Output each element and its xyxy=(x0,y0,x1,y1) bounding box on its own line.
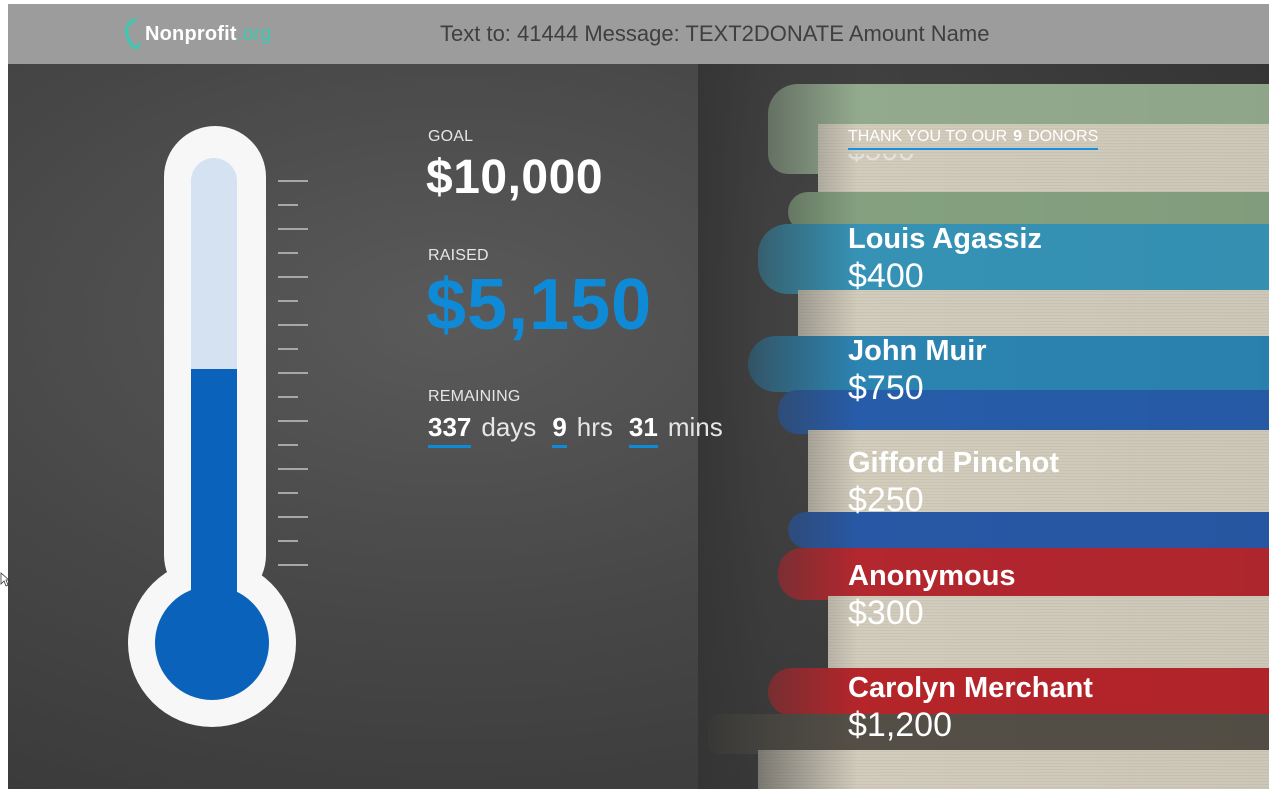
remaining-label: REMAINING xyxy=(428,388,521,405)
goal-thermometer xyxy=(128,126,348,736)
donor-count-heading: THANK YOU TO OUR 9 DONORS xyxy=(848,128,1099,150)
scale-tick xyxy=(278,228,308,230)
remaining-minutes: 31 xyxy=(628,412,658,448)
minutes-unit: mins xyxy=(667,412,723,442)
partial-donor-amount: $500 xyxy=(848,154,915,167)
donor-name: Louis Agassiz xyxy=(848,223,1042,255)
donor-item: John Muir $750 xyxy=(848,334,987,408)
donor-amount: $750 xyxy=(848,369,924,407)
scale-tick xyxy=(278,276,308,278)
donor-name: John Muir xyxy=(848,335,987,367)
thermometer-bulb-fill xyxy=(155,586,269,700)
scrolling-donor-amount: $500 xyxy=(848,154,915,184)
donor-amount: $400 xyxy=(848,257,924,295)
thermometer-fill xyxy=(191,369,237,594)
donor-name: Gifford Pinchot xyxy=(848,447,1060,479)
scale-tick xyxy=(278,492,298,494)
text-to-donate-instructions: Text to: 41444 Message: TEXT2DONATE Amou… xyxy=(440,21,990,46)
donor-item: Gifford Pinchot $250 xyxy=(848,446,1059,520)
raised-amount: $5,150 xyxy=(426,265,653,345)
mouse-cursor-icon xyxy=(0,572,10,587)
scale-tick xyxy=(278,180,308,182)
thermometer-track xyxy=(191,158,237,594)
scale-tick xyxy=(278,420,308,422)
remaining-time: 337 days 9 hrs 31 mins xyxy=(428,412,739,448)
scale-tick xyxy=(278,372,308,374)
logo-domain-text: .org xyxy=(236,22,272,45)
scale-tick xyxy=(278,204,298,206)
header-bar: Nonprofit .org Text to: 41444 Message: TE… xyxy=(8,4,1269,64)
days-unit: days xyxy=(481,412,537,442)
donor-name: Carolyn Merchant xyxy=(848,672,1093,704)
thanks-suffix: DONORS xyxy=(1028,128,1099,145)
logo-text: Nonprofit xyxy=(145,22,237,45)
scale-tick xyxy=(278,300,298,302)
scale-tick xyxy=(278,444,298,446)
scale-tick xyxy=(278,516,308,518)
scale-tick xyxy=(278,564,308,566)
donor-item: Louis Agassiz $400 xyxy=(848,222,1042,296)
goal-label: GOAL xyxy=(428,128,474,145)
thermometer-scale xyxy=(278,180,318,580)
donation-display: Nonprofit .org Text to: 41444 Message: TE… xyxy=(8,4,1269,789)
goal-amount: $10,000 xyxy=(426,151,604,204)
scale-tick xyxy=(278,324,308,326)
ribbon-icon xyxy=(125,18,141,50)
donor-amount: $250 xyxy=(848,481,924,519)
raised-label: RAISED xyxy=(428,247,489,264)
donor-amount: $300 xyxy=(848,594,924,632)
donor-amount: $1,200 xyxy=(848,706,952,744)
donor-count: 9 xyxy=(1013,128,1023,145)
thanks-prefix: THANK YOU TO OUR xyxy=(848,128,1008,145)
remaining-days: 337 xyxy=(428,412,472,448)
scale-tick xyxy=(278,468,308,470)
scale-tick xyxy=(278,348,298,350)
scale-tick xyxy=(278,396,298,398)
donor-item: Anonymous $300 xyxy=(848,559,1016,633)
scale-tick xyxy=(278,540,298,542)
donor-item: Carolyn Merchant $1,200 xyxy=(848,671,1093,745)
donor-name: Anonymous xyxy=(848,560,1016,592)
scale-tick xyxy=(278,252,298,254)
remaining-hours: 9 xyxy=(552,412,567,448)
hours-unit: hrs xyxy=(576,412,613,442)
nonprofit-logo: Nonprofit .org xyxy=(122,18,271,50)
